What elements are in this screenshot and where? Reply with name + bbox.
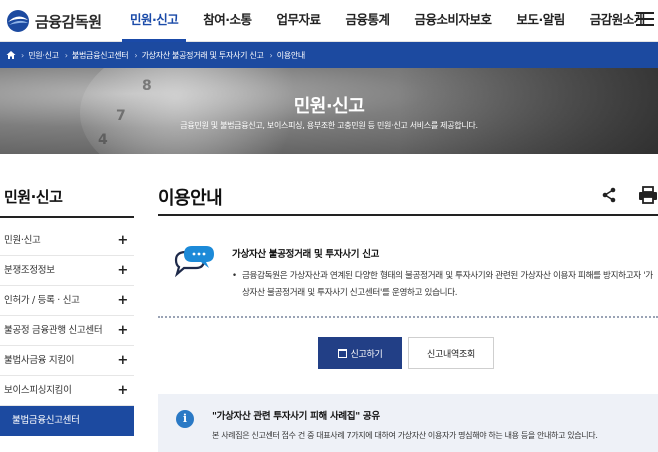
nav-item-complaints[interactable]: 민원·신고 [122,0,187,42]
hero-subtitle: 금융민원 및 불법금융신고, 보이스피싱, 용부조한 고충민원 등 민원·신고 … [180,121,478,130]
plus-icon[interactable]: + [117,256,128,286]
report-button-label: 신고하기 [350,348,383,359]
info-section: 가상자산 불공정거래 및 투자사기 신고 금융감독원은 가상자산과 연계된 다양… [158,230,658,318]
breadcrumb: › 민원·신고 › 불법금융신고센터 › 가상자산 불공정거래 및 투자사기 신… [0,42,658,68]
info-heading: 가상자산 불공정거래 및 투자사기 신고 [232,249,380,260]
report-history-label: 신고내역조회 [427,348,475,359]
breadcrumb-item[interactable]: 가상자산 불공정거래 및 투자사기 신고 [142,50,264,61]
nav-item-participation[interactable]: 참여·소통 [195,0,259,42]
notice-text: 본 사례집은 신고센터 접수 건 중 대표사례 7가지에 대하여 가상자산 이용… [212,431,598,440]
sidebar-item-illegal-lending[interactable]: 불법사금융 지킴이 + [0,346,134,376]
print-icon[interactable] [638,186,658,204]
sidebar-item-unfair-practice[interactable]: 불공정 금융관행 신고센터 + [0,316,134,346]
content-divider [158,214,658,216]
report-button[interactable]: 신고하기 [318,337,402,369]
hero-decor-digit: 4 [98,132,108,148]
sidebar-item-label: 인허가 / 등록 · 신고 [4,295,80,306]
share-icon[interactable] [600,186,618,204]
plus-icon[interactable]: + [117,286,128,316]
sidebar-item-licensing[interactable]: 인허가 / 등록 · 신고 + [0,286,134,316]
sidebar-item-illegal-finance[interactable]: 불법금융신고센터 [0,406,134,436]
sidebar-item-label: 보이스피싱지킴이 [4,385,72,396]
nav-item-statistics[interactable]: 금융통계 [338,0,398,42]
nav-item-consumer-protection[interactable]: 금융소비자보호 [407,0,500,42]
nav-item-press[interactable]: 보도·알림 [509,0,573,42]
sidebar-item-label: 민원·신고 [4,235,41,246]
sidebar-item-label: 분쟁조정정보 [4,265,55,276]
global-header: 금융감독원 민원·신고 참여·소통 업무자료 금융통계 금융소비자보호 보도·알… [0,0,658,42]
chat-bubbles-icon [174,246,214,278]
site-logo[interactable]: 금융감독원 [4,8,102,34]
sidebar-item-voice-phishing[interactable]: 보이스피싱지킴이 + [0,376,134,406]
home-icon[interactable] [3,47,19,63]
main-navigation: 민원·신고 참여·소통 업무자료 금융통계 금융소비자보호 보도·알림 금감원소… [122,0,658,42]
calendar-icon [337,348,347,358]
plus-icon[interactable]: + [117,226,128,256]
chevron-right-icon: › [269,50,273,60]
plus-icon[interactable]: + [117,316,128,346]
info-icon: i [176,410,194,428]
sidebar-item-dispute[interactable]: 분쟁조정정보 + [0,256,134,286]
plus-icon[interactable]: + [117,346,128,376]
notice-section: i "가상자산 관련 투자사기 피해 사례집" 공유 본 사례집은 신고센터 접… [158,394,658,452]
sidebar-item-label: 불법금융신고센터 [12,415,80,426]
breadcrumb-item[interactable]: 불법금융신고센터 [72,50,129,61]
sidebar-title: 민원·신고 [4,188,63,206]
page: 금융감독원 민원·신고 참여·소통 업무자료 금융통계 금융소비자보호 보도·알… [0,0,658,452]
sidebar-item-label: 불공정 금융관행 신고센터 [4,325,103,336]
page-title: 이용안내 [158,188,223,209]
notice-title[interactable]: "가상자산 관련 투자사기 피해 사례집" 공유 [212,408,380,422]
logo-text: 금융감독원 [35,12,102,31]
plus-icon[interactable]: + [117,376,128,406]
hero-banner: 8 7 4 민원·신고 금융민원 및 불법금융신고, 보이스피싱, 용부조한 고… [0,68,658,154]
fss-logo-icon [7,10,29,32]
sidebar-item-complaints[interactable]: 민원·신고 + [0,226,134,256]
dotted-divider [158,315,658,318]
sidebar-menu: 민원·신고 + 분쟁조정정보 + 인허가 / 등록 · 신고 + 불공정 금융관… [0,226,134,436]
report-history-button[interactable]: 신고내역조회 [408,337,494,369]
sidebar-divider [0,216,134,218]
chevron-right-icon: › [64,50,68,60]
chevron-right-icon: › [21,50,25,60]
breadcrumb-item[interactable]: 민원·신고 [28,50,59,61]
sidebar-item-label: 불법사금융 지킴이 [4,355,75,366]
info-description: 금융감독원은 가상자산과 연계된 다양한 형태의 불공정거래 및 투자사기와 관… [232,268,658,302]
chevron-right-icon: › [134,50,138,60]
hero-title: 민원·신고 [293,96,365,117]
nav-item-materials[interactable]: 업무자료 [269,0,329,42]
hamburger-menu-icon[interactable] [636,12,654,28]
breadcrumb-current[interactable]: 이용안내 [277,50,306,61]
